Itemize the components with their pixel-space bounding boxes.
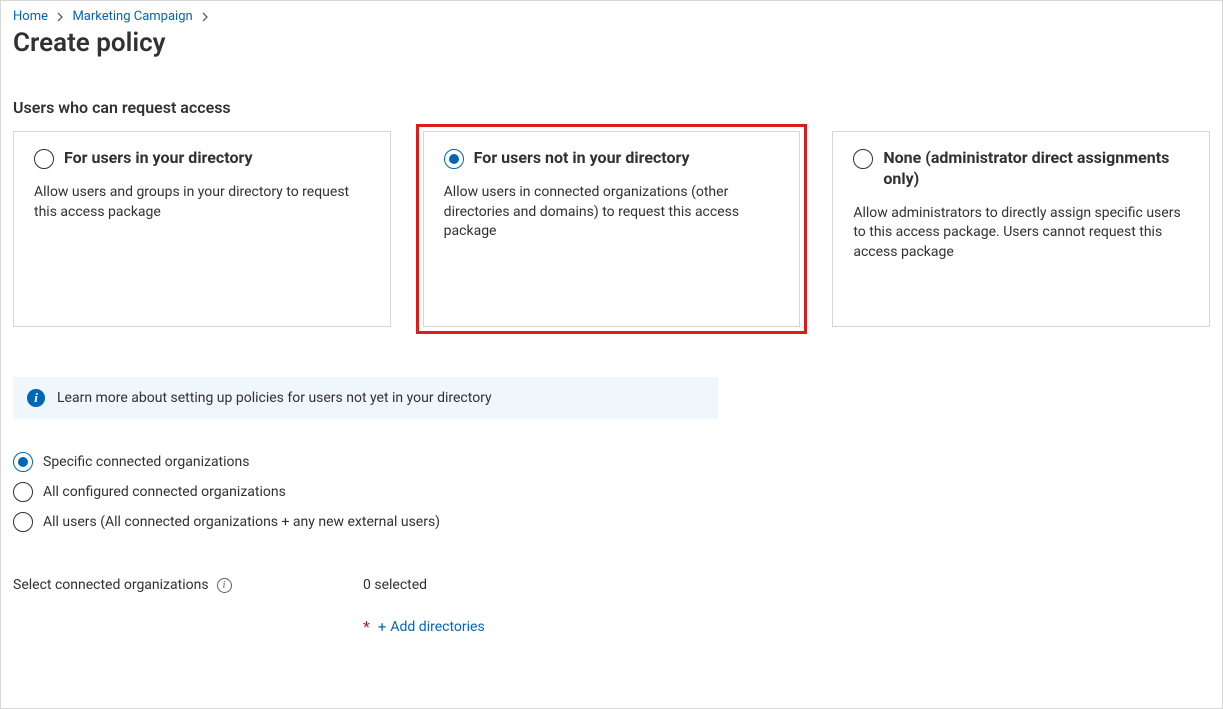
- card-title: For users not in your directory: [474, 148, 690, 169]
- info-banner[interactable]: i Learn more about setting up policies f…: [13, 377, 718, 419]
- card-users-in-directory[interactable]: For users in your directory Allow users …: [13, 131, 391, 327]
- radio-icon: [13, 512, 33, 532]
- scope-option-all-users[interactable]: All users (All connected organizations +…: [13, 507, 1210, 537]
- card-description: Allow users and groups in your directory…: [34, 183, 370, 222]
- connected-orgs-label: Select connected organizations: [13, 577, 209, 593]
- radio-icon: [13, 452, 33, 472]
- connected-orgs-count: 0 selected: [363, 577, 485, 593]
- radio-icon: [853, 149, 873, 169]
- card-users-not-in-directory[interactable]: For users not in your directory Allow us…: [423, 131, 801, 327]
- info-help-icon[interactable]: i: [217, 578, 232, 593]
- scope-option-all-configured[interactable]: All configured connected organizations: [13, 477, 1210, 507]
- scope-radio-group: Specific connected organizations All con…: [13, 447, 1210, 537]
- radio-icon: [34, 149, 54, 169]
- scope-option-label: All users (All connected organizations +…: [43, 514, 440, 530]
- breadcrumb-home-link[interactable]: Home: [13, 9, 48, 24]
- add-directories-label: Add directories: [390, 619, 484, 635]
- scope-option-specific[interactable]: Specific connected organizations: [13, 447, 1210, 477]
- add-directories-link[interactable]: + Add directories: [378, 618, 485, 636]
- page-title: Create policy: [13, 28, 1210, 58]
- card-description: Allow administrators to directly assign …: [853, 204, 1189, 263]
- radio-icon: [13, 482, 33, 502]
- scope-option-label: All configured connected organizations: [43, 484, 286, 500]
- card-title: None (administrator direct assignments o…: [883, 148, 1189, 190]
- breadcrumb-campaign-link[interactable]: Marketing Campaign: [72, 9, 192, 24]
- section-heading-users: Users who can request access: [13, 98, 1210, 117]
- card-title: For users in your directory: [64, 148, 253, 169]
- plus-icon: +: [378, 618, 387, 636]
- info-icon: i: [27, 389, 45, 407]
- scope-option-label: Specific connected organizations: [43, 454, 250, 470]
- radio-icon: [444, 149, 464, 169]
- chevron-right-icon: [200, 12, 210, 22]
- info-banner-text: Learn more about setting up policies for…: [57, 390, 492, 406]
- breadcrumb: Home Marketing Campaign: [13, 9, 1210, 24]
- card-description: Allow users in connected organizations (…: [444, 183, 780, 242]
- card-none-admin-only[interactable]: None (administrator direct assignments o…: [832, 131, 1210, 327]
- requestor-card-row: For users in your directory Allow users …: [13, 131, 1210, 327]
- chevron-right-icon: [55, 12, 65, 22]
- required-asterisk: *: [363, 617, 370, 636]
